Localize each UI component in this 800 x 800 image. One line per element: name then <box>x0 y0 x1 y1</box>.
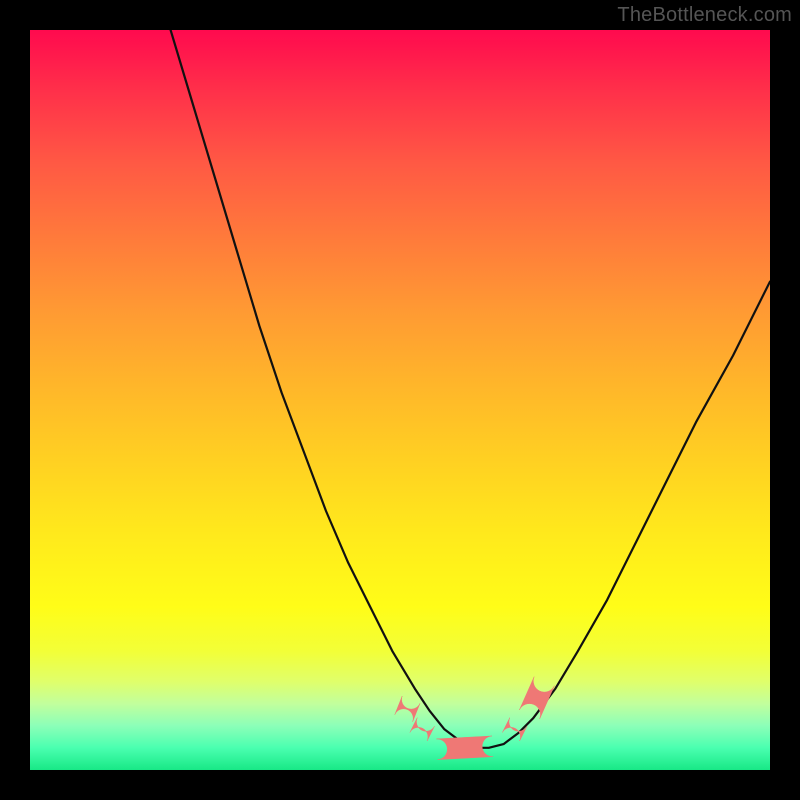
trough-markers <box>395 677 555 760</box>
trough-marker <box>395 696 420 722</box>
bottleneck-curve <box>171 30 770 748</box>
plot-area <box>30 30 770 770</box>
chart-frame: TheBottleneck.com <box>0 0 800 800</box>
watermark-text: TheBottleneck.com <box>617 4 792 27</box>
curve-layer <box>30 30 770 770</box>
trough-marker <box>410 718 435 741</box>
